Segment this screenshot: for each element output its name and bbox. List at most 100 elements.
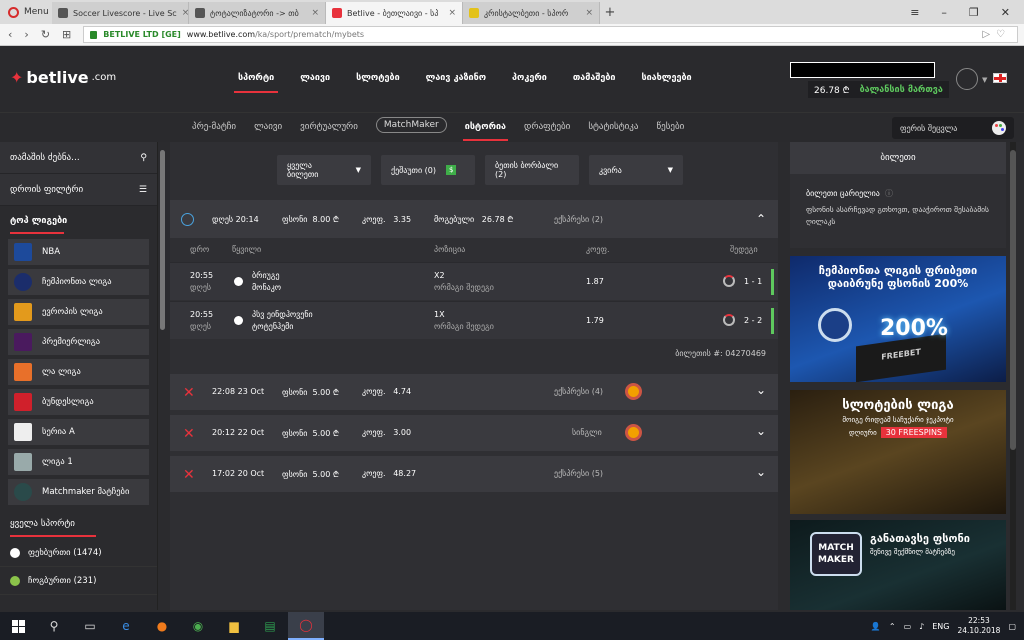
lost-ticket-row[interactable]: ✕ 20:12 22 Oct ფსონი 5.00 ₾ კოეფ. 3.00 ს…	[170, 415, 778, 451]
league-item[interactable]: ბუნდესლიგა	[8, 389, 149, 415]
league-item[interactable]: ჩემპიონთა ლიგა	[8, 269, 149, 295]
balance-management-link[interactable]: ბალანსის მართვა	[860, 85, 943, 95]
open-ticket-header[interactable]: დღეს 20:14 ფსონი 8.00 ₾ კოეფ. 3.35 მოგებ…	[170, 200, 778, 238]
ticket-stake: ფსონი 5.00 ₾	[282, 387, 339, 398]
sliders-icon[interactable]: ☰	[139, 185, 147, 195]
period-dropdown[interactable]: კვირა ▼	[589, 155, 683, 185]
all-tickets-dropdown[interactable]: ყველა ბილეთი ▼	[277, 155, 371, 185]
nav-item-sport[interactable]: სპორტი	[233, 73, 279, 93]
speaker-icon[interactable]: ♪	[919, 622, 924, 631]
info-icon[interactable]: ⓘ	[885, 189, 893, 198]
league-item[interactable]: ევროპის ლიგა	[8, 299, 149, 325]
firefox-icon[interactable]: ●	[144, 612, 180, 640]
tray-overflow-icon[interactable]: ⌃	[889, 622, 896, 631]
league-item[interactable]: Matchmaker მატჩები	[8, 479, 149, 505]
edge-icon[interactable]: e	[108, 612, 144, 640]
new-tab-icon[interactable]: +	[600, 5, 620, 20]
league-item[interactable]: სერია A	[8, 419, 149, 445]
wifi-icon[interactable]: ▭	[904, 622, 912, 631]
cashout-filter-button[interactable]: ქეშაუთი (0) $	[381, 155, 475, 185]
clock-date: 24.10.2018	[957, 626, 1001, 635]
url-field[interactable]: BETLIVE LTD [GE] www.betlive.com/ka/spor…	[83, 26, 1018, 43]
subnav-history[interactable]: ისტორია	[462, 122, 509, 141]
browser-tab-active[interactable]: Betlive - ბეთლაივი - სპ ×	[326, 2, 463, 24]
file-explorer-icon[interactable]: ▆	[216, 612, 252, 640]
browser-tab[interactable]: Soccer Livescore - Live Sc ×	[52, 2, 189, 24]
subnav-live[interactable]: ლაივი	[254, 122, 282, 132]
sport-item[interactable]: ჩოგბურთი (231)	[0, 567, 157, 595]
game-search[interactable]: თამაშის ძებნა... ⚲	[0, 142, 157, 174]
user-avatar-icon[interactable]	[956, 68, 978, 90]
tab-close-icon[interactable]: ×	[182, 8, 188, 18]
subnav-matchmaker[interactable]: MatchMaker	[375, 117, 447, 133]
champions-league-freebet-banner[interactable]: ჩემპიონთა ლიგის ფრიბეთი დაიბრუნე ფსონის …	[790, 256, 1006, 382]
taskbar-clock[interactable]: 22:53 24.10.2018	[957, 616, 1000, 636]
opera-taskbar-icon[interactable]: ◯	[288, 612, 324, 640]
task-view-icon[interactable]: ▭	[72, 612, 108, 640]
chrome-icon[interactable]: ◉	[180, 612, 216, 640]
league-item[interactable]: პრემიერლიგა	[8, 329, 149, 355]
page-scrollbar[interactable]	[1010, 142, 1016, 610]
champions-league-logo-icon	[14, 273, 32, 291]
nav-item-live-casino[interactable]: ლაივ კაზინო	[426, 73, 486, 93]
chevron-up-icon[interactable]: ⌃	[756, 212, 766, 226]
subnav-drafts[interactable]: დრაფტები	[524, 122, 570, 132]
theme-change-button[interactable]: ფერის შეცვლა	[892, 117, 1014, 139]
subnav-prematch[interactable]: პრე-მატჩი	[192, 122, 236, 132]
tab-close-icon[interactable]: ×	[311, 8, 319, 18]
betlive-logo[interactable]: ✦ betlive .com	[10, 68, 116, 87]
subnav-rules[interactable]: წესები	[656, 122, 684, 132]
league-label: ლიგა 1	[42, 457, 73, 467]
banner-subtitle: დაიბრუნე ფსონის 200%	[827, 277, 969, 290]
speed-dial-icon[interactable]: ⊞	[62, 28, 71, 41]
league-item[interactable]: ლიგა 1	[8, 449, 149, 475]
browser-tab[interactable]: ტოტალიზატორი -> თბ ×	[189, 2, 326, 24]
nav-item-news[interactable]: სიახლეები	[642, 73, 692, 93]
chevron-down-icon[interactable]: ⌄	[756, 424, 766, 438]
league-item[interactable]: NBA	[8, 239, 149, 265]
close-window-icon[interactable]: ✕	[1001, 6, 1010, 19]
nav-item-live[interactable]: ლაივი	[300, 73, 330, 93]
lost-ticket-row[interactable]: ✕ 22:08 23 Oct ფსონი 5.00 ₾ კოეფ. 4.74 ე…	[170, 374, 778, 410]
search-icon[interactable]: ⚲	[140, 153, 147, 163]
windows-start-icon[interactable]	[0, 612, 36, 640]
banner-title: სლოტების ლიგა	[842, 398, 954, 413]
reload-icon[interactable]: ↻	[41, 28, 50, 41]
sidebar-scrollbar[interactable]	[160, 150, 165, 330]
notifications-icon[interactable]: ▢	[1008, 622, 1016, 631]
chevron-down-icon[interactable]: ⌄	[756, 465, 766, 479]
time-filter[interactable]: დროის ფილტრი ☰	[0, 174, 157, 206]
url-tools-icons[interactable]: ▷♡	[982, 29, 1017, 40]
chevron-down-icon[interactable]: ▼	[982, 76, 987, 84]
subnav-statistics[interactable]: სტატისტიკა	[588, 122, 638, 132]
page-scrollbar-thumb[interactable]	[1010, 150, 1016, 450]
matchmaker-banner[interactable]: MATCH MAKER განათავსე ფსონი შენივე შექმნ…	[790, 520, 1006, 610]
bet-wheel-icon[interactable]	[625, 383, 642, 400]
nav-item-games[interactable]: თამაშები	[573, 73, 616, 93]
sport-item[interactable]: ფეხბურთი (1474)	[0, 539, 157, 567]
minimize-icon[interactable]: –	[941, 6, 947, 19]
search-icon[interactable]: ⚲	[36, 612, 72, 640]
tab-close-icon[interactable]: ×	[585, 8, 593, 18]
slots-league-banner[interactable]: სლოტების ლიგა მოიგე რიდეამ საჩუქარი ჯეკპ…	[790, 390, 1006, 514]
bet-wheel-icon[interactable]	[625, 424, 642, 441]
excel-icon[interactable]: ▤	[252, 612, 288, 640]
filter-icon[interactable]: ≡	[910, 6, 919, 19]
subnav-virtual[interactable]: ვირტუალური	[300, 122, 358, 132]
forward-icon[interactable]: ›	[24, 28, 28, 41]
back-icon[interactable]: ‹	[8, 28, 12, 41]
chevron-down-icon[interactable]: ⌄	[756, 383, 766, 397]
georgia-flag-icon[interactable]	[993, 73, 1007, 83]
nav-item-slots[interactable]: სლოტები	[356, 73, 400, 93]
people-icon[interactable]: 👤	[871, 622, 881, 631]
bet-wheel-filter-button[interactable]: ბეთის ბორბალი (2)	[485, 155, 579, 185]
input-language[interactable]: ENG	[932, 622, 949, 631]
league-item[interactable]: ლა ლიგა	[8, 359, 149, 385]
restore-icon[interactable]: ❐	[969, 6, 979, 19]
banner-subtitle: შენივე შექმნილ მატჩებზე	[870, 548, 955, 556]
nav-item-poker[interactable]: პოკერი	[512, 73, 547, 93]
lost-ticket-row[interactable]: ✕ 17:02 20 Oct ფსონი 5.00 ₾ კოეფ. 48.27 …	[170, 456, 778, 492]
tab-close-icon[interactable]: ×	[448, 8, 456, 18]
browser-menu-button[interactable]: Menu	[0, 0, 52, 24]
browser-tab[interactable]: კრისტალბეთი - სპორ ×	[463, 2, 600, 24]
